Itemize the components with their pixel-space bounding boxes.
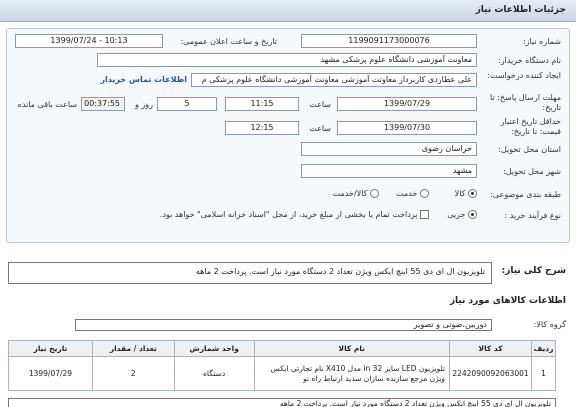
deadline-time-field[interactable]: 11:15: [225, 97, 299, 111]
buyer-contact-link[interactable]: اطلاعات تماس خریدار: [100, 75, 187, 84]
col-code: کد کالا: [449, 340, 533, 357]
city-label: شهر محل تحویل:: [503, 167, 561, 176]
treasury-payment-option[interactable]: پرداخت تمام یا بخشی از مبلغ خرید، از محل…: [160, 210, 429, 219]
need-number-field[interactable]: 1199091173000076: [301, 34, 477, 48]
col-row: ردیف: [531, 340, 556, 357]
details-panel: شماره نیاز: 1199091173000076 تاریخ و ساع…: [6, 28, 570, 243]
remaining-label: ساعت باقی مانده: [17, 100, 77, 109]
cell-date: 1399/07/29: [8, 356, 93, 391]
radio-icon[interactable]: [370, 189, 379, 198]
radio-icon[interactable]: [420, 189, 429, 198]
cell-unit: دستگاه: [173, 356, 255, 391]
deadline-label: مهلت ارسال پاسخ: تا تاریخ:: [489, 93, 561, 112]
col-unit: واحد شمارش: [173, 340, 255, 357]
goods-table: ردیف کد کالا نام کالا واحد شمارش تعداد /…: [8, 340, 556, 391]
radio-selected-icon[interactable]: [468, 210, 477, 219]
table-header-row: ردیف کد کالا نام کالا واحد شمارش تعداد /…: [8, 340, 556, 357]
deadline-date-field[interactable]: 1399/07/29: [337, 97, 477, 111]
cell-code: 2242090092063001: [449, 356, 533, 391]
category-option-goods[interactable]: کالا: [455, 189, 477, 198]
validity-time-field[interactable]: 12:15: [225, 121, 299, 135]
table-row: 1 2242090092063001 تلویزیون LED سایز 32 …: [8, 356, 556, 391]
days-remaining-field[interactable]: 5: [157, 97, 217, 111]
summary-title: شرح کلی نیاز:: [501, 266, 566, 276]
page-title: جزئیات اطلاعات نیاز: [475, 5, 566, 15]
category-label: طبقه بندی موضوعی:: [490, 190, 561, 199]
province-label: استان محل تحویل:: [498, 145, 561, 154]
process-option-partial[interactable]: جزیی: [447, 210, 477, 219]
goods-group-field: دوربین،صوتی و تصویر: [75, 319, 492, 331]
radio-selected-icon[interactable]: [468, 189, 477, 198]
category-option-both[interactable]: کالا/خدمت: [333, 189, 379, 198]
announce-label: تاریخ و ساعت اعلان عمومی:: [180, 37, 277, 46]
remaining-time-field: 00:37:55: [81, 97, 125, 111]
validity-date-field[interactable]: 1399/07/30: [337, 121, 477, 135]
col-name: نام کالا: [253, 340, 451, 357]
buyer-field[interactable]: معاونت آموزشی دانشگاه علوم پزشکی مشهد: [97, 53, 477, 67]
need-number-label: شماره نیاز:: [523, 37, 561, 46]
checkbox-icon[interactable]: [420, 210, 429, 219]
process-label: نوع فرآیند خرید :: [504, 211, 561, 220]
col-date: تاریخ نیاز: [8, 340, 93, 357]
goods-section-title: اطلاعات کالاهای مورد نیاز: [449, 296, 566, 306]
validity-label: حداقل تاریخ اعتبار قیمت: تا تاریخ:: [500, 117, 561, 136]
bottom-description: تلویزیون ال ای دی 55 اینچ ایکس ویژن تعدا…: [8, 398, 556, 407]
category-option-service[interactable]: خدمت: [396, 189, 429, 198]
creator-field[interactable]: علی عطاردی کاربرداز معاونت آموزشی معاونت…: [191, 73, 477, 87]
creator-label: ایجاد کننده درخواست:: [487, 71, 561, 80]
cell-row: 1: [531, 356, 556, 391]
cell-qty: 2: [91, 356, 175, 391]
page-header: جزئیات اطلاعات نیاز: [0, 0, 576, 22]
deadline-time-label: ساعت: [309, 100, 331, 109]
city-field[interactable]: مشهد: [301, 164, 477, 178]
days-label: روز و: [135, 100, 153, 109]
col-qty: تعداد / مقدار: [91, 340, 175, 357]
validity-time-label: ساعت: [309, 124, 331, 133]
cell-name: تلویزیون LED سایز 32 in مدل X410 نام تجا…: [253, 356, 451, 391]
province-field[interactable]: خراسان رضوی: [301, 142, 477, 156]
summary-text: تلویزیون ال ای دی 55 اینچ ایکس ویژن تعدا…: [8, 262, 492, 284]
buyer-label: نام دستگاه خریدار:: [498, 56, 561, 65]
announce-field[interactable]: 1399/07/24 - 10:13: [15, 34, 163, 48]
goods-group-label: گروه کالا:: [533, 320, 566, 329]
